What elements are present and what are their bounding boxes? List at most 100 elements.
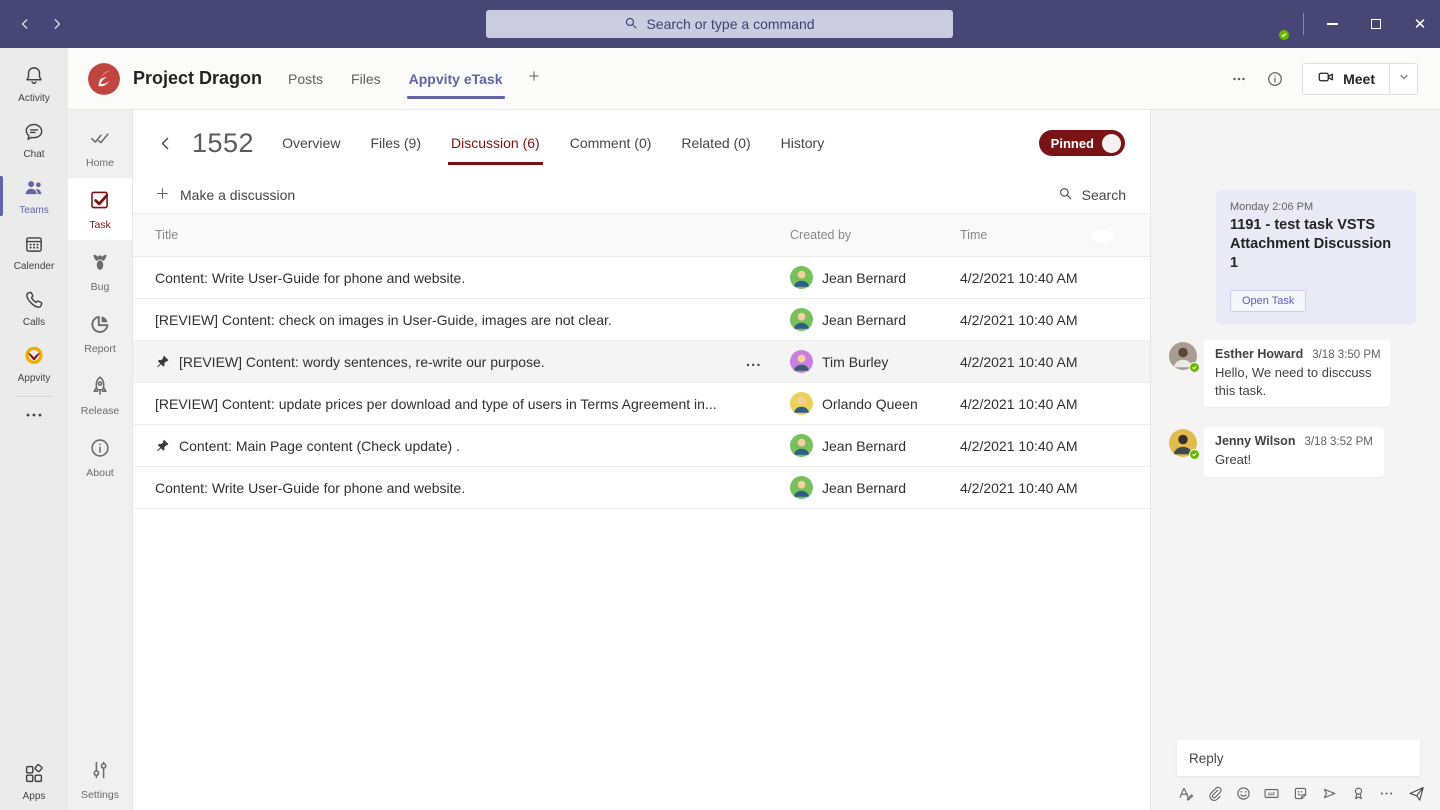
discussion-row-title: Content: Write User-Guide for phone and … xyxy=(155,270,465,286)
rail-item-calender[interactable]: Calender xyxy=(0,224,68,280)
discussion-row[interactable]: Content: Main Page content (Check update… xyxy=(133,425,1150,467)
discussion-row-title-cell: [REVIEW] Content: check on images in Use… xyxy=(155,312,746,328)
report-icon xyxy=(88,312,112,339)
task-tab-overview[interactable]: Overview xyxy=(282,129,340,157)
etask-rail-item-bug[interactable]: Bug xyxy=(68,240,132,302)
user-avatar[interactable] xyxy=(1258,9,1288,39)
task-tab-discussion[interactable]: Discussion (6) xyxy=(451,129,540,157)
close-button[interactable]: ✕ xyxy=(1403,0,1437,48)
channel-tab-posts[interactable]: Posts xyxy=(288,48,323,109)
message-avatar xyxy=(1169,342,1197,370)
discussion-row[interactable]: [REVIEW] Content: check on images in Use… xyxy=(133,299,1150,341)
message-bubble[interactable]: Esther Howard 3/18 3:50 PM Hello, We need … xyxy=(1204,340,1390,407)
emoji-icon[interactable] xyxy=(1235,785,1252,802)
etask-rail-item-release[interactable]: Release xyxy=(68,364,132,426)
phone-icon xyxy=(23,289,45,314)
row-menu-button[interactable]: ... xyxy=(746,353,790,370)
message-author: Esther Howard xyxy=(1215,347,1303,361)
discussion-row[interactable]: Content: Write User-Guide for phone and … xyxy=(133,467,1150,509)
pinned-toggle[interactable]: Pinned xyxy=(1039,130,1125,156)
channel-more-button[interactable] xyxy=(1230,70,1248,88)
command-search-bar[interactable]: Search or type a command xyxy=(486,10,953,38)
message-bubble[interactable]: Jenny Wilson3/18 3:52 PMGreat! xyxy=(1204,427,1384,477)
praise-icon[interactable] xyxy=(1350,785,1367,802)
etask-rail-item-report[interactable]: Report xyxy=(68,302,132,364)
stream-icon[interactable] xyxy=(1321,785,1338,802)
meet-button-group: Meet xyxy=(1302,63,1418,95)
message-list: Esther Howard 3/18 3:50 PM Hello, We need … xyxy=(1169,340,1424,477)
status-available-icon xyxy=(1278,29,1290,41)
etask-rail-label: Settings xyxy=(81,789,119,801)
discussion-table: Content: Write User-Guide for phone and … xyxy=(133,257,1150,509)
column-header-time: Time xyxy=(960,228,1150,242)
column-header-title: Title xyxy=(155,228,746,242)
task-tab-history[interactable]: History xyxy=(781,129,825,157)
reply-input[interactable] xyxy=(1177,740,1420,776)
discussion-search-button[interactable]: Search xyxy=(1058,186,1126,204)
rail-more-button[interactable] xyxy=(0,401,68,431)
task-tab-related[interactable]: Related (0) xyxy=(681,129,750,157)
rail-item-calls[interactable]: Calls xyxy=(0,280,68,336)
make-discussion-button[interactable]: Make a discussion xyxy=(155,186,295,204)
etask-rail-label: Release xyxy=(81,405,120,417)
etask-rail-item-about[interactable]: About xyxy=(68,426,132,488)
discussion-row-title-cell: [REVIEW] Content: update prices per down… xyxy=(155,396,746,412)
sticker-icon[interactable] xyxy=(1292,785,1309,802)
etask-rail-label: Report xyxy=(84,343,116,355)
rail-spacer xyxy=(0,431,68,754)
dots-icon xyxy=(23,404,45,429)
rail-item-label: Apps xyxy=(23,791,46,802)
discussion-row[interactable]: [REVIEW] Content: wordy sentences, re-wr… xyxy=(133,341,1150,383)
message-time: 3/18 3:50 PM xyxy=(1312,349,1380,361)
rail-item-label: Calender xyxy=(14,261,55,272)
format-icon[interactable] xyxy=(1177,785,1194,802)
add-tab-button[interactable] xyxy=(527,69,541,88)
discussion-row[interactable]: Content: Write User-Guide for phone and … xyxy=(133,257,1150,299)
open-task-button[interactable]: Open Task xyxy=(1230,290,1306,312)
task-icon xyxy=(88,188,112,215)
back-nav-icon[interactable] xyxy=(12,11,38,37)
gif-icon[interactable]: GIF xyxy=(1263,785,1280,802)
maximize-button[interactable] xyxy=(1359,0,1393,48)
minimize-button[interactable] xyxy=(1315,0,1349,48)
etask-rail-item-home[interactable]: Home xyxy=(68,116,132,178)
message-avatar xyxy=(1169,429,1197,457)
rail-item-activity[interactable]: Activity xyxy=(0,56,68,112)
discussion-row-time: 4/2/2021 10:40 AM xyxy=(960,270,1150,286)
pin-icon xyxy=(155,438,170,453)
task-tab-comment[interactable]: Comment (0) xyxy=(570,129,652,157)
message-text: Hello, We need to disccuss this task. xyxy=(1215,364,1379,399)
rail-item-teams[interactable]: Teams xyxy=(0,168,68,224)
meet-button[interactable]: Meet xyxy=(1303,64,1389,94)
channel-info-icon[interactable] xyxy=(1266,70,1284,88)
rail-item-apps[interactable]: Apps xyxy=(0,754,68,810)
etask-rail-item-task[interactable]: Task xyxy=(68,178,132,240)
channel-tabs: Posts Files Appvity eTask xyxy=(288,48,502,109)
chevron-down-icon xyxy=(1398,70,1410,88)
composer-toolbar: GIF xyxy=(1177,784,1426,803)
forward-nav-icon[interactable] xyxy=(44,11,70,37)
etask-rail-item-settings[interactable]: Settings xyxy=(68,748,132,810)
command-search-placeholder: Search or type a command xyxy=(646,16,814,32)
channel-tab-files[interactable]: Files xyxy=(351,48,381,109)
attach-icon[interactable] xyxy=(1206,785,1223,802)
task-tabs: Overview Files (9) Discussion (6) Comment (… xyxy=(282,129,824,157)
meet-options-button[interactable] xyxy=(1389,64,1417,94)
creator-name: Tim Burley xyxy=(822,354,888,370)
rail-item-chat[interactable]: Chat xyxy=(0,112,68,168)
creator-avatar xyxy=(790,392,813,415)
rail-item-appvity[interactable]: Appvity xyxy=(0,336,68,392)
teams-icon xyxy=(23,177,45,202)
send-icon[interactable] xyxy=(1407,784,1426,803)
creator-avatar xyxy=(790,350,813,373)
card-title: 1191 - test task VSTS Attachment Discuss… xyxy=(1230,216,1402,273)
etask-rail-label: Bug xyxy=(91,281,110,293)
discussion-row-title-cell: Content: Main Page content (Check update… xyxy=(155,438,746,454)
channel-tab-appvity-etask[interactable]: Appvity eTask xyxy=(409,48,503,109)
creator-avatar xyxy=(790,476,813,499)
plus-icon xyxy=(155,186,170,204)
discussion-row[interactable]: [REVIEW] Content: update prices per down… xyxy=(133,383,1150,425)
task-tab-files[interactable]: Files (9) xyxy=(370,129,421,157)
back-button[interactable] xyxy=(157,135,174,152)
more-icon[interactable] xyxy=(1378,785,1395,802)
